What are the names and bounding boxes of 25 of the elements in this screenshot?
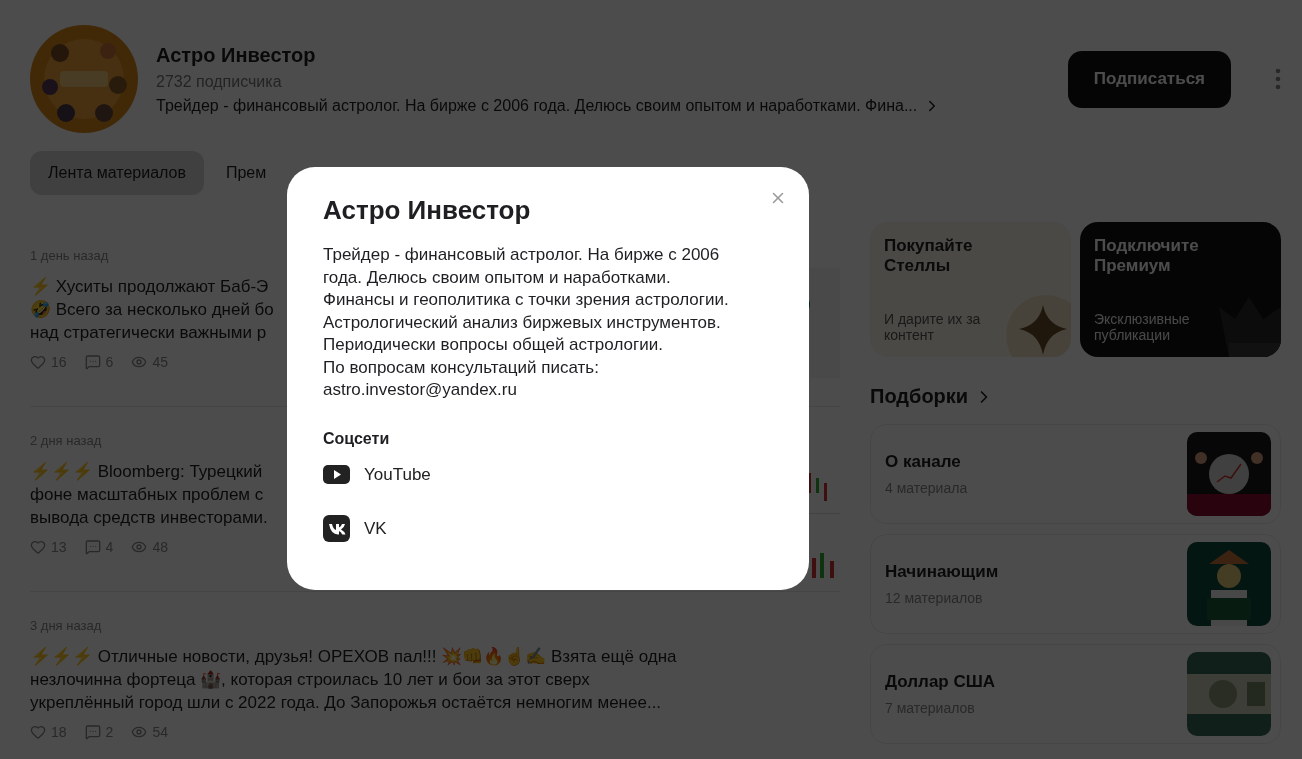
post-text: незлочинна фортеца 🏰, которая строилась 10 лет и бои за этот сверх bbox=[30, 669, 591, 691]
collection-title: Начинающим bbox=[885, 562, 999, 582]
channel-name: Астро Инвестор bbox=[156, 43, 317, 67]
post-text: 🤣 Всего за несколько дней бо bbox=[30, 299, 274, 321]
post-text: укреплённый город шли с 2022 года. До Запорожья остаётся немногим менее... bbox=[30, 692, 663, 714]
post-text: вывода средств инвесторами. bbox=[30, 507, 268, 529]
channel-description: Трейдер - финансовый астролог. На бирже с 2006 года. Делюсь своим опытом и наработками. Фина... bbox=[156, 96, 918, 115]
vk-icon bbox=[323, 515, 350, 542]
promo-title: Подключите Премиум bbox=[1094, 236, 1200, 276]
promo-title: Покупайте Стеллы bbox=[884, 236, 974, 276]
social-link[interactable]: YouTube bbox=[323, 461, 431, 488]
collection-title: Доллар США bbox=[885, 672, 996, 692]
post-text: фоне масштабных проблем с bbox=[30, 484, 265, 506]
dialog-title: Астро Инвестор bbox=[323, 195, 532, 226]
post-text: ⚡ Хуситы продолжают Баб-Э bbox=[30, 276, 270, 298]
promo-subtitle: Эксклюзивные публикации bbox=[1094, 311, 1191, 343]
post-text: ⚡⚡⚡ Отличные новости, друзья! ОРЕХОВ пал!!! 💥👊🔥☝✍ Взята ещё одна bbox=[30, 646, 677, 668]
social-link[interactable]: VK bbox=[323, 515, 387, 542]
socials-heading: Соцсети bbox=[323, 429, 391, 448]
collection-title: О канале bbox=[885, 452, 962, 472]
section-title[interactable]: Подборки bbox=[870, 385, 969, 408]
dialog-description: Трейдер - финансовый астролог. На бирже с 2006 года. Делюсь своим опытом и наработками. Финансы и геополитика с точки зрения астрологии. Астрологический анализ биржевых инструментов. Периодически вопросы общей астрологии. По вопросам консультаций писать: astro.investor@yandex.ru bbox=[323, 244, 730, 401]
post-text: над стратегически важными р bbox=[30, 322, 268, 344]
post-text: ⚡⚡⚡ Bloomberg: Турецкий bbox=[30, 461, 264, 483]
tab[interactable]: Прем bbox=[207, 151, 285, 195]
